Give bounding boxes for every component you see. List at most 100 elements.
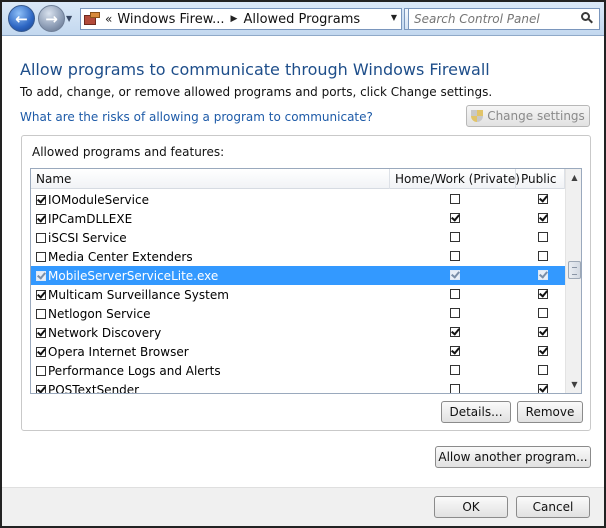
address-dropdown-icon[interactable]: ▼ (391, 13, 397, 22)
home-work-checkbox[interactable] (450, 232, 460, 242)
list-item[interactable]: POSTextSender (31, 380, 565, 393)
list-item[interactable]: IOModuleService (31, 190, 565, 209)
firewall-window: ← → ▼ « Windows Firew... ▶ Allowed Progr… (0, 0, 606, 528)
breadcrumb-separator-icon[interactable]: ▶ (231, 14, 238, 24)
uac-shield-icon (471, 109, 484, 123)
dialog-footer: OK Cancel (2, 487, 604, 526)
home-work-checkbox[interactable] (450, 365, 460, 375)
program-enabled-checkbox[interactable] (36, 328, 46, 338)
search-icon[interactable] (581, 12, 593, 24)
program-enabled-checkbox[interactable] (36, 195, 46, 205)
back-button[interactable]: ← (8, 5, 35, 32)
list-item[interactable]: Media Center Extenders (31, 247, 565, 266)
change-settings-button[interactable]: Change settings (466, 105, 590, 127)
program-enabled-checkbox[interactable] (36, 347, 46, 357)
home-work-checkbox[interactable] (450, 251, 460, 261)
home-work-checkbox[interactable] (450, 346, 460, 356)
list-header: Name Home/Work (Private) Public (31, 169, 565, 189)
public-checkbox[interactable] (538, 308, 548, 318)
programs-list[interactable]: Name Home/Work (Private) Public IOModule… (30, 168, 582, 394)
home-work-checkbox[interactable] (450, 289, 460, 299)
program-enabled-checkbox[interactable] (36, 214, 46, 224)
program-enabled-checkbox[interactable] (36, 290, 46, 300)
breadcrumb-overflow[interactable]: « (105, 12, 112, 26)
list-item[interactable]: iSCSI Service (31, 228, 565, 247)
program-name-cell: Media Center Extenders (36, 250, 193, 264)
allow-another-program-button[interactable]: Allow another program... (435, 446, 591, 468)
group-label: Allowed programs and features: (32, 145, 225, 159)
home-work-checkbox[interactable] (450, 270, 460, 280)
program-name-cell: POSTextSender (36, 383, 139, 393)
details-button[interactable]: Details... (441, 401, 511, 423)
public-checkbox[interactable] (538, 365, 548, 375)
list-item[interactable]: Netlogon Service (31, 304, 565, 323)
program-name-cell: Performance Logs and Alerts (36, 364, 221, 378)
remove-button[interactable]: Remove (517, 401, 583, 423)
main-content: Allow programs to communicate through Wi… (2, 37, 604, 487)
program-enabled-checkbox[interactable] (36, 233, 46, 243)
public-checkbox[interactable] (538, 346, 548, 356)
program-name-cell: Multicam Surveillance System (36, 288, 229, 302)
firewall-icon (84, 12, 100, 26)
ok-button[interactable]: OK (434, 496, 508, 518)
program-name-cell: MobileServerServiceLite.exe (36, 269, 218, 283)
home-work-checkbox[interactable] (450, 213, 460, 223)
list-scrollbar[interactable]: ▲ ▼ (565, 169, 581, 393)
risks-link[interactable]: What are the risks of allowing a program… (20, 110, 373, 124)
public-checkbox[interactable] (538, 232, 548, 242)
page-title: Allow programs to communicate through Wi… (20, 60, 490, 79)
scroll-up-icon[interactable]: ▲ (566, 169, 581, 186)
list-item[interactable]: IPCamDLLEXE (31, 209, 565, 228)
list-item[interactable]: Multicam Surveillance System (31, 285, 565, 304)
column-header-home-work[interactable]: Home/Work (Private) (390, 169, 520, 189)
list-rows: IOModuleService IPCamDLLEXE iSCSI Service M… (31, 190, 565, 393)
change-settings-label: Change settings (487, 109, 585, 123)
breadcrumb-windows-firewall[interactable]: Windows Firew... (117, 12, 224, 27)
program-enabled-checkbox[interactable] (36, 271, 46, 281)
search-input[interactable] (414, 12, 582, 26)
breadcrumb-allowed-programs[interactable]: Allowed Programs (243, 12, 360, 27)
public-checkbox[interactable] (538, 251, 548, 261)
program-name-cell: IOModuleService (36, 193, 149, 207)
allowed-programs-group: Allowed programs and features: Name Home… (21, 135, 591, 431)
column-header-public[interactable]: Public (516, 169, 565, 189)
address-bar[interactable]: « Windows Firew... ▶ Allowed Programs ▼ (80, 8, 402, 30)
forward-button[interactable]: → (38, 5, 65, 32)
navigation-bar: ← → ▼ « Windows Firew... ▶ Allowed Progr… (2, 2, 604, 36)
list-item[interactable]: MobileServerServiceLite.exe (31, 266, 565, 285)
program-name: Multicam Surveillance System (48, 288, 229, 302)
program-enabled-checkbox[interactable] (36, 385, 46, 393)
list-item[interactable]: Performance Logs and Alerts (31, 361, 565, 380)
program-name: Media Center Extenders (48, 250, 193, 264)
scroll-down-icon[interactable]: ▼ (566, 376, 581, 393)
list-item[interactable]: Network Discovery (31, 323, 565, 342)
home-work-checkbox[interactable] (450, 327, 460, 337)
scroll-thumb[interactable] (568, 261, 581, 279)
search-box[interactable] (408, 8, 600, 30)
public-checkbox[interactable] (538, 327, 548, 337)
arrow-right-icon: → (45, 9, 58, 28)
program-name: IPCamDLLEXE (48, 212, 133, 226)
home-work-checkbox[interactable] (450, 308, 460, 318)
home-work-checkbox[interactable] (450, 194, 460, 204)
public-checkbox[interactable] (538, 270, 548, 280)
column-header-name[interactable]: Name (31, 169, 390, 189)
recent-pages-dropdown[interactable]: ▼ (66, 14, 72, 23)
program-name: Netlogon Service (48, 307, 151, 321)
program-name-cell: Network Discovery (36, 326, 161, 340)
program-enabled-checkbox[interactable] (36, 366, 46, 376)
cancel-button[interactable]: Cancel (516, 496, 590, 518)
public-checkbox[interactable] (538, 289, 548, 299)
public-checkbox[interactable] (538, 384, 548, 393)
public-checkbox[interactable] (538, 194, 548, 204)
page-description: To add, change, or remove allowed progra… (20, 85, 493, 99)
program-enabled-checkbox[interactable] (36, 252, 46, 262)
list-item[interactable]: Opera Internet Browser (31, 342, 565, 361)
home-work-checkbox[interactable] (450, 384, 460, 393)
program-enabled-checkbox[interactable] (36, 309, 46, 319)
program-name-cell: iSCSI Service (36, 231, 127, 245)
program-name: Performance Logs and Alerts (48, 364, 221, 378)
public-checkbox[interactable] (538, 213, 548, 223)
program-name-cell: IPCamDLLEXE (36, 212, 132, 226)
program-name: IOModuleService (48, 193, 149, 207)
